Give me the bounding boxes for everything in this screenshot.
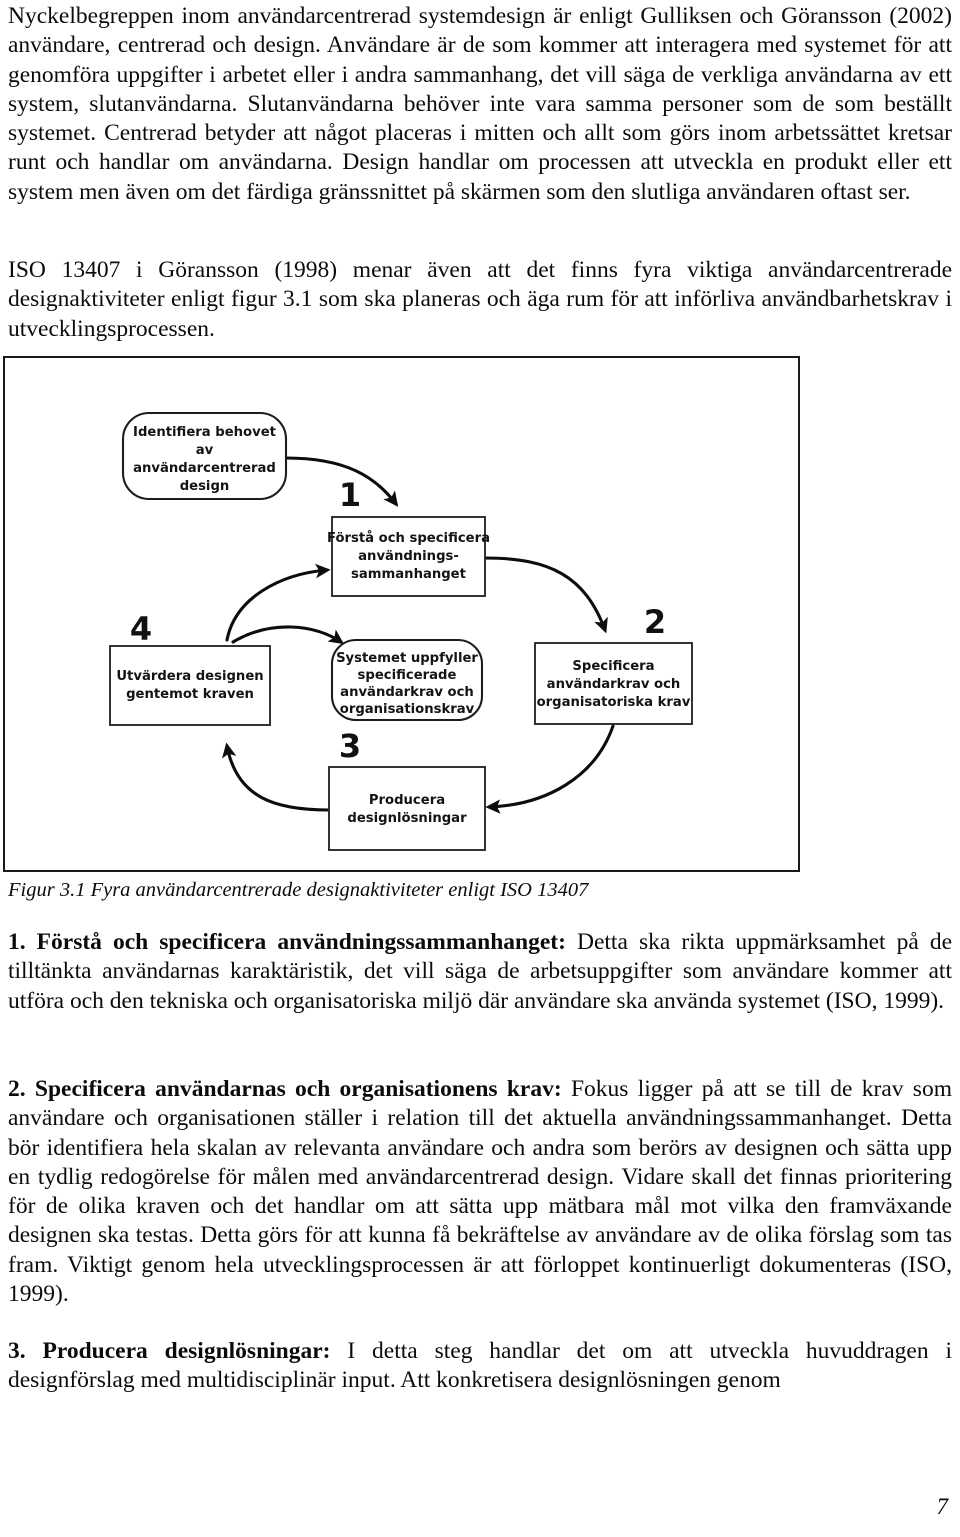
section-2-body: Fokus ligger på att se till de krav som … (8, 1076, 952, 1308)
section-1: 1. Förstå och specificera användningssam… (8, 928, 952, 1016)
node-utvardera-line-1: Utvärdera designen (116, 669, 263, 684)
node-forsta-line-2: användnings- (358, 549, 459, 564)
arrow-utvardera-to-systemet (231, 625, 344, 645)
node-producera-line-1: Producera (369, 793, 445, 808)
paragraph-intro: Nyckelbegreppen inom användarcentrerad s… (8, 3, 952, 205)
arrow-forsta-to-specificera (483, 556, 608, 634)
node-forsta-line-3: sammanhanget (351, 567, 466, 582)
node-systemet-line-4: organisationskrav (340, 702, 475, 717)
paragraph-iso-intro: ISO 13407 i Göransson (1998) menar även … (8, 257, 952, 342)
node-identifiera-line-1: Identifiera behovet (133, 425, 276, 440)
node-systemet-uppfyller: Systemet uppfyller specificerade använda… (330, 638, 484, 722)
node-producera-line-2: designlösningar (347, 811, 467, 826)
arrow-producera-to-utvardera (222, 742, 331, 812)
node-systemet-line-2: specificerade (358, 668, 457, 683)
node-utvardera-designen: Utvärdera designen gentemot kraven (109, 645, 271, 726)
section-1-heading: 1. Förstå och specificera användningssam… (8, 929, 566, 955)
section-2-heading: 2. Specificera användarnas och organisat… (8, 1076, 562, 1102)
node-forsta-line-1: Förstå och specificera (327, 529, 490, 546)
node-identifiera-line-3: användarcentrerad (133, 461, 276, 476)
figure-3-1: Identifiera behovet av användarcentrerad… (3, 356, 800, 872)
node-utvardera-shape (109, 645, 271, 726)
section-3: 3. Producera designlösningar: I detta st… (8, 1337, 952, 1396)
node-identifiera-behovet: Identifiera behovet av användarcentrerad… (121, 411, 288, 501)
node-systemet-line-1: Systemet uppfyller (336, 651, 478, 666)
step-number-4: 4 (130, 610, 152, 648)
section-2: 2. Specificera användarnas och organisat… (8, 1075, 952, 1309)
node-producera-shape (328, 766, 486, 851)
node-utvardera-line-2: gentemot kraven (126, 687, 254, 702)
node-specificera-krav: Specificera användarkrav och organisator… (534, 642, 693, 725)
figure-diagram: Identifiera behovet av användarcentrerad… (109, 411, 693, 851)
node-identifiera-line-4: design (180, 479, 230, 494)
node-specificera-line-3: organisatoriska krav (537, 695, 691, 710)
node-forsta-specificera: Förstå och specificera användnings- samm… (327, 516, 490, 597)
step-number-2: 2 (644, 603, 666, 641)
document-page: Nyckelbegreppen inom användarcentrerad s… (0, 0, 960, 1537)
step-number-1: 1 (339, 476, 361, 514)
node-systemet-line-3: användarkrav och (340, 685, 474, 700)
figure-caption: Figur 3.1 Fyra användarcentrerade design… (8, 879, 589, 901)
section-3-heading: 3. Producera designlösningar: (8, 1338, 331, 1364)
node-specificera-line-1: Specificera (572, 659, 654, 674)
step-number-3: 3 (339, 727, 361, 765)
node-identifiera-line-2: av (196, 443, 214, 458)
arrow-specificera-to-producera (485, 724, 615, 814)
page-number: 7 (936, 1494, 949, 1519)
node-producera-designlosningar: Producera designlösningar (328, 766, 486, 851)
node-specificera-line-2: användarkrav och (547, 677, 681, 692)
